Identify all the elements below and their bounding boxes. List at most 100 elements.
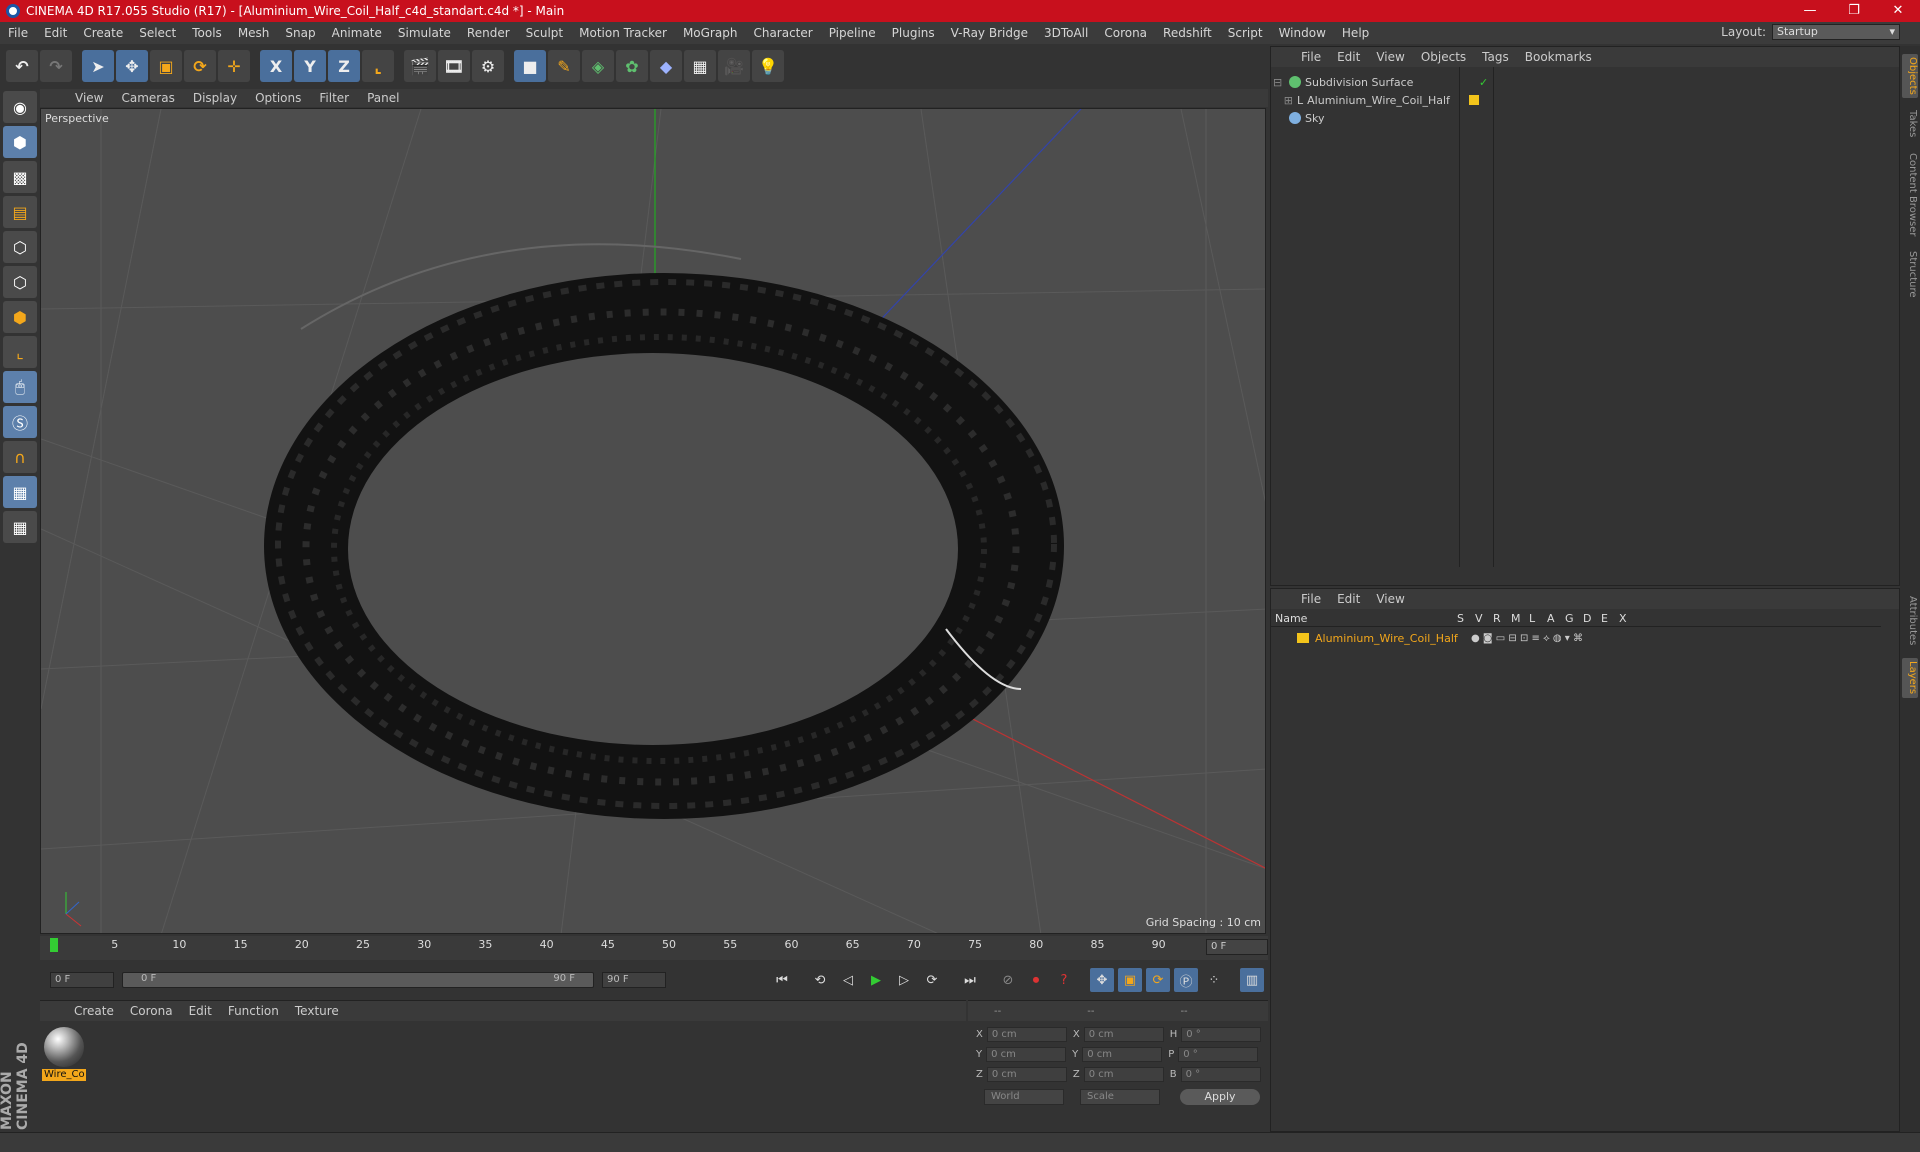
menu-select[interactable]: Select (131, 26, 184, 40)
deformer-button[interactable]: ◆ (650, 50, 682, 82)
minimize-button[interactable]: — (1788, 0, 1832, 22)
tab-takes[interactable]: Takes (1902, 104, 1918, 144)
layer-color-swatch[interactable] (1297, 633, 1309, 643)
mograph-cloner-button[interactable]: ✿ (616, 50, 648, 82)
object-menu-view[interactable]: View (1368, 50, 1412, 64)
apply-button[interactable]: Apply (1180, 1089, 1260, 1105)
key-rotation-icon[interactable]: ⟳ (1146, 968, 1170, 992)
viewport-menu-filter[interactable]: Filter (310, 91, 358, 105)
menu-sculpt[interactable]: Sculpt (518, 26, 571, 40)
viewport-menu-panel[interactable]: Panel (358, 91, 408, 105)
go-to-start-icon[interactable]: ⏮ (770, 968, 794, 992)
object-name[interactable]: Sky (1305, 112, 1455, 125)
maximize-button[interactable]: ❐ (1832, 0, 1876, 22)
viewport-menu-cameras[interactable]: Cameras (112, 91, 183, 105)
menu-window[interactable]: Window (1271, 26, 1334, 40)
menu-motion-tracker[interactable]: Motion Tracker (571, 26, 675, 40)
render-settings-button[interactable]: ⚙ (472, 50, 504, 82)
object-row-sky[interactable]: Sky (1273, 109, 1873, 127)
menu-vray-bridge[interactable]: V-Ray Bridge (943, 26, 1036, 40)
autokey-icon[interactable]: ⏺ (1024, 968, 1048, 992)
timeline-ruler[interactable]: 051015202530354045505560657075808590 (50, 936, 1220, 960)
light-object-button[interactable]: 💡 (752, 50, 784, 82)
object-name[interactable]: Aluminium_Wire_Coil_Half (1307, 94, 1457, 107)
key-scale-icon[interactable]: ▣ (1118, 968, 1142, 992)
column-header-v[interactable]: V (1475, 612, 1493, 625)
column-header-g[interactable]: G (1565, 612, 1583, 625)
coordinate-system-button[interactable]: ⌞ (362, 50, 394, 82)
menu-corona[interactable]: Corona (1096, 26, 1155, 40)
size-y-field[interactable]: 0 cm (1082, 1047, 1163, 1062)
rotation-h-field[interactable]: 0 ° (1181, 1027, 1262, 1042)
layer-menu-view[interactable]: View (1368, 592, 1412, 606)
layer-toggle-icons[interactable]: ● ◙ ▭ ⊟ ⊡ ≡ ⟡ ◍ ▾ ⌘ (1471, 633, 1583, 644)
model-mode-icon[interactable]: ⬢ (3, 126, 37, 158)
column-header-e[interactable]: E (1601, 612, 1619, 625)
tweak-mode-icon[interactable]: 🖱 (3, 371, 37, 403)
subdivision-button[interactable]: ◈ (582, 50, 614, 82)
column-header-x[interactable]: X (1619, 612, 1637, 625)
column-header-l[interactable]: L (1529, 612, 1547, 625)
timeline[interactable]: 051015202530354045505560657075808590 0 F (40, 936, 1268, 960)
viewport-menu-view[interactable]: View (66, 91, 112, 105)
enabled-check-icon[interactable]: ✓ (1479, 76, 1488, 89)
menu-pipeline[interactable]: Pipeline (821, 26, 884, 40)
redo-button[interactable]: ↷ (40, 50, 72, 82)
tab-structure[interactable]: Structure (1902, 246, 1918, 302)
tab-content-browser[interactable]: Content Browser (1902, 150, 1918, 240)
menu-edit[interactable]: Edit (36, 26, 75, 40)
material-menu-function[interactable]: Function (220, 1004, 287, 1018)
grid-snap-icon[interactable]: ▦ (3, 511, 37, 543)
menu-character[interactable]: Character (745, 26, 820, 40)
close-button[interactable]: ✕ (1876, 0, 1920, 22)
object-row-wire-coil[interactable]: ⊞ L Aluminium_Wire_Coil_Half (1273, 91, 1873, 109)
menu-render[interactable]: Render (459, 26, 518, 40)
polygons-mode-icon[interactable]: ⬢ (3, 301, 37, 333)
position-y-field[interactable]: 0 cm (986, 1047, 1067, 1062)
position-z-field[interactable]: 0 cm (986, 1067, 1067, 1082)
go-to-end-icon[interactable]: ⏭ (958, 968, 982, 992)
menu-mograph[interactable]: MoGraph (675, 26, 746, 40)
grid-lock-icon[interactable]: ▦ (3, 476, 37, 508)
keyframe-help-icon[interactable]: ? (1052, 968, 1076, 992)
start-frame-field[interactable]: 0 F (50, 972, 114, 988)
menu-snap[interactable]: Snap (277, 26, 323, 40)
tab-attributes[interactable]: Attributes (1902, 590, 1918, 652)
object-menu-objects[interactable]: Objects (1413, 50, 1474, 64)
layer-menu-edit[interactable]: Edit (1329, 592, 1368, 606)
move-tool-button[interactable]: ✥ (116, 50, 148, 82)
object-menu-bookmarks[interactable]: Bookmarks (1517, 50, 1600, 64)
render-view-button[interactable]: 🎬 (404, 50, 436, 82)
3d-viewport[interactable]: Perspective Grid Spacing : 10 cm (40, 108, 1266, 934)
previous-frame-icon[interactable]: ◁ (836, 968, 860, 992)
select-tool-button[interactable]: ➤ (82, 50, 114, 82)
position-x-field[interactable]: 0 cm (986, 1027, 1067, 1042)
column-header-a[interactable]: A (1547, 612, 1565, 625)
record-keys-icon[interactable]: ⊘ (996, 968, 1020, 992)
menu-animate[interactable]: Animate (324, 26, 390, 40)
object-name[interactable]: Subdivision Surface (1305, 76, 1455, 89)
transform-tool-button[interactable]: ✛ (218, 50, 250, 82)
workplane-icon[interactable]: ▤ (3, 196, 37, 228)
axis-mode-icon[interactable]: ⌞ (3, 336, 37, 368)
material-menu-texture[interactable]: Texture (287, 1004, 347, 1018)
z-axis-lock-button[interactable]: Z (328, 50, 360, 82)
tab-objects[interactable]: Objects (1902, 54, 1918, 98)
menu-mesh[interactable]: Mesh (230, 26, 278, 40)
layer-name[interactable]: Aluminium_Wire_Coil_Half (1315, 632, 1465, 645)
size-z-field[interactable]: 0 cm (1083, 1067, 1164, 1082)
size-x-field[interactable]: 0 cm (1083, 1027, 1164, 1042)
menu-tools[interactable]: Tools (184, 26, 230, 40)
wire-coil-model[interactable] (264, 243, 1064, 819)
y-axis-lock-button[interactable]: Y (294, 50, 326, 82)
key-pla-icon[interactable]: ⁘ (1202, 968, 1226, 992)
end-frame-field[interactable]: 90 F (602, 972, 666, 988)
menu-3dtoall[interactable]: 3DToAll (1036, 26, 1096, 40)
menu-create[interactable]: Create (75, 26, 131, 40)
menu-plugins[interactable]: Plugins (884, 26, 943, 40)
key-parameter-icon[interactable]: Ⓟ (1174, 968, 1198, 992)
solo-mode-icon[interactable]: Ⓢ (3, 406, 37, 438)
collapse-icon[interactable]: ⊟ (1273, 76, 1283, 89)
material-menu-edit[interactable]: Edit (181, 1004, 220, 1018)
edges-mode-icon[interactable]: ⬡ (3, 266, 37, 298)
